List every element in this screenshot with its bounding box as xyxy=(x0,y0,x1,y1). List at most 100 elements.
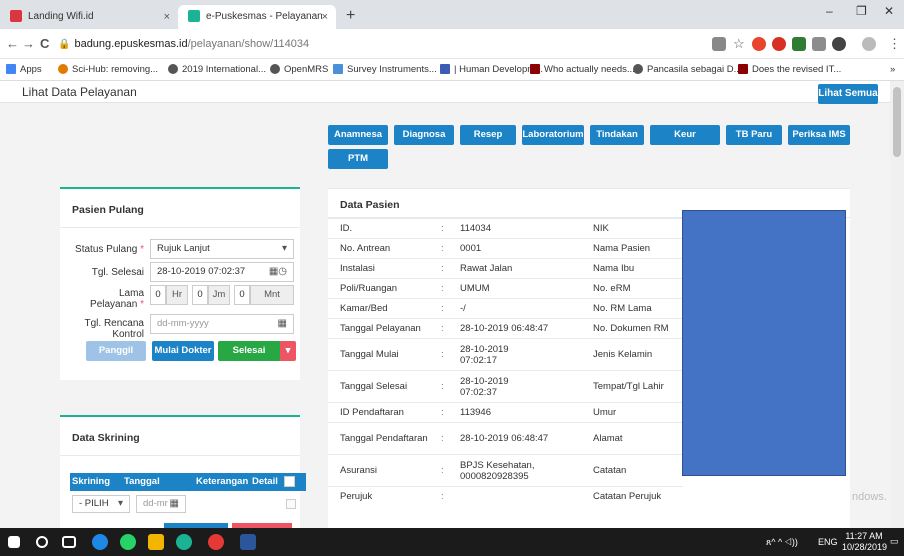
tab-ptm[interactable]: PTM xyxy=(328,149,388,169)
bookmark-item[interactable]: Does the revised IT... xyxy=(738,63,841,77)
page-header: Lihat Data Pelayanan Lihat Semua xyxy=(0,81,890,104)
lama-menit-input[interactable]: 0 xyxy=(234,285,250,305)
field-value: 0001 xyxy=(460,243,482,254)
redaction-box xyxy=(682,210,846,476)
back-button[interactable]: ← xyxy=(6,37,19,51)
clock[interactable]: 11:27 AM 10/28/2019 xyxy=(842,531,887,553)
skrining-select[interactable]: - PILIH ▾ xyxy=(72,495,130,513)
bookmark-item[interactable]: Pancasila sebagai D... xyxy=(633,63,742,77)
system-tray-icons[interactable]: ጸ^ ^ ◁)) xyxy=(766,537,798,548)
notification-icon[interactable]: ▭ xyxy=(890,536,899,547)
row-checkbox[interactable] xyxy=(286,499,296,509)
field-value: UMUM xyxy=(460,283,490,294)
tab-diagnosa[interactable]: Diagnosa xyxy=(394,125,454,145)
calendar-clock-icon[interactable]: ▦◷ xyxy=(269,263,287,281)
close-window-button[interactable]: ✕ xyxy=(884,4,894,18)
line-icon[interactable] xyxy=(176,534,192,550)
language-indicator[interactable]: ENG xyxy=(818,537,838,548)
windows-start-icon[interactable] xyxy=(8,536,20,548)
column-header: Tanggal xyxy=(124,476,160,487)
data-pasien-row: Instalasi: Rawat Jalan Nama Ibu xyxy=(328,258,683,278)
search-icon[interactable] xyxy=(36,536,48,548)
tab-anamnesa[interactable]: Anamnesa xyxy=(328,125,388,145)
forward-button[interactable]: → xyxy=(22,37,35,51)
bookmark-star-icon[interactable]: ☆ xyxy=(733,37,745,51)
opera-extension-icon[interactable] xyxy=(752,37,766,51)
apps-grid-icon xyxy=(6,64,16,75)
lama-jam-input[interactable]: 0 xyxy=(192,285,208,305)
field-label: Jenis Kelamin xyxy=(593,349,653,360)
bookmark-item[interactable]: Sci-Hub: removing... xyxy=(58,63,158,77)
tgl-rencana-kontrol-input[interactable]: dd-mm-yyyy ▦ xyxy=(150,314,294,334)
selesai-dropdown-button[interactable]: ▾ xyxy=(280,341,296,361)
incognito-extension-icon[interactable] xyxy=(832,37,846,51)
field-label: Kamar/Bed xyxy=(340,303,388,314)
skrining-date-input[interactable]: dd-mr ▦ xyxy=(136,495,186,513)
tab-periksa-ims[interactable]: Periksa IMS xyxy=(788,125,850,145)
extension-icon[interactable] xyxy=(792,37,806,51)
field-value: 113946 xyxy=(460,407,491,418)
scrollbar-thumb[interactable] xyxy=(893,87,901,157)
windows-taskbar: ጸ^ ^ ◁)) ENG 11:27 AM 10/28/2019 ▭ xyxy=(0,528,904,556)
field-label: Tanggal Pelayanan xyxy=(340,323,421,334)
browser-menu-icon[interactable]: ⋮ xyxy=(888,37,901,51)
divider xyxy=(60,227,300,228)
bookmark-item[interactable]: OpenMRS xyxy=(270,63,328,77)
field-label: Tempat/Tgl Lahir xyxy=(593,381,664,392)
menit-unit: Mnt xyxy=(250,285,294,305)
bookmark-item[interactable]: | Human Developm... xyxy=(440,63,543,77)
bookmark-item[interactable]: 2019 International... xyxy=(168,63,266,77)
colon: : xyxy=(441,243,444,254)
mulai-dokter-button[interactable]: Mulai Dokter xyxy=(152,341,214,361)
bookmark-item[interactable]: Who actually needs... xyxy=(530,63,635,77)
tab-close-icon[interactable]: × xyxy=(164,5,170,29)
bookmark-apps[interactable]: Apps xyxy=(6,63,42,77)
telegram-icon[interactable] xyxy=(92,534,108,550)
tgl-selesai-input[interactable]: 28-10-2019 07:02:37 ▦◷ xyxy=(150,262,294,282)
status-pulang-select[interactable]: Rujuk Lanjut ▾ xyxy=(150,239,294,259)
tab-tindakan[interactable]: Tindakan xyxy=(590,125,644,145)
task-view-icon[interactable] xyxy=(62,536,76,548)
calendar-icon[interactable]: ▦ xyxy=(170,496,179,512)
translate-icon[interactable] xyxy=(712,37,726,51)
selesai-button[interactable]: Selesai xyxy=(218,341,280,361)
tab-title: e-Puskesmas - Pelayanan Medis xyxy=(206,11,324,22)
profile-avatar[interactable] xyxy=(862,37,876,51)
column-header: Detail xyxy=(252,476,278,487)
extension-icon[interactable] xyxy=(812,37,826,51)
calendar-icon[interactable]: ▦ xyxy=(278,315,287,333)
colon: : xyxy=(441,407,444,418)
tab-close-icon[interactable]: × xyxy=(322,5,328,29)
lama-hari-input[interactable]: 0 xyxy=(150,285,166,305)
page-scrollbar[interactable] xyxy=(890,81,904,528)
chrome-icon[interactable] xyxy=(208,534,224,550)
lihat-semua-button[interactable]: Lihat Semua xyxy=(818,84,878,104)
select-all-checkbox[interactable] xyxy=(284,476,295,487)
adblock-extension-icon[interactable] xyxy=(772,37,786,51)
caret-down-icon: ▾ xyxy=(285,345,291,356)
reload-button[interactable]: C xyxy=(40,37,49,51)
new-tab-button[interactable]: + xyxy=(346,5,355,27)
maximize-button[interactable]: ❐ xyxy=(856,4,867,18)
wifi-favicon-icon xyxy=(10,10,22,23)
field-label: Instalasi xyxy=(340,263,375,274)
field-label: No. Antrean xyxy=(340,243,391,254)
colon: : xyxy=(441,381,444,392)
file-explorer-icon[interactable] xyxy=(148,534,164,550)
browser-tab-epuskesmas[interactable]: e-Puskesmas - Pelayanan Medis × xyxy=(178,5,336,29)
bookmark-item[interactable]: Survey Instruments... xyxy=(333,63,437,77)
tab-laboratorium[interactable]: Laboratorium xyxy=(522,125,584,145)
word-icon[interactable] xyxy=(240,534,256,550)
tgl-rencana-kontrol-label: Tgl. Rencana Kontrol xyxy=(84,318,144,340)
whatsapp-icon[interactable] xyxy=(120,534,136,550)
address-bar[interactable]: 🔒 badung.epuskesmas.id/pelayanan/show/114… xyxy=(58,34,708,54)
panggil-button[interactable]: Panggil xyxy=(86,341,146,361)
data-pasien-row: Tanggal Pendaftaran: 28-10-2019 06:48:47 A… xyxy=(328,422,683,454)
tab-resep[interactable]: Resep xyxy=(460,125,516,145)
bookmarks-overflow-button[interactable]: » xyxy=(890,63,895,77)
tab-keur[interactable]: Keur xyxy=(650,125,720,145)
browser-tab-landing[interactable]: Landing Wifi.id × xyxy=(0,5,178,29)
undp-icon xyxy=(440,64,450,75)
tab-tb-paru[interactable]: TB Paru xyxy=(726,125,782,145)
minimize-button[interactable]: – xyxy=(826,4,833,18)
